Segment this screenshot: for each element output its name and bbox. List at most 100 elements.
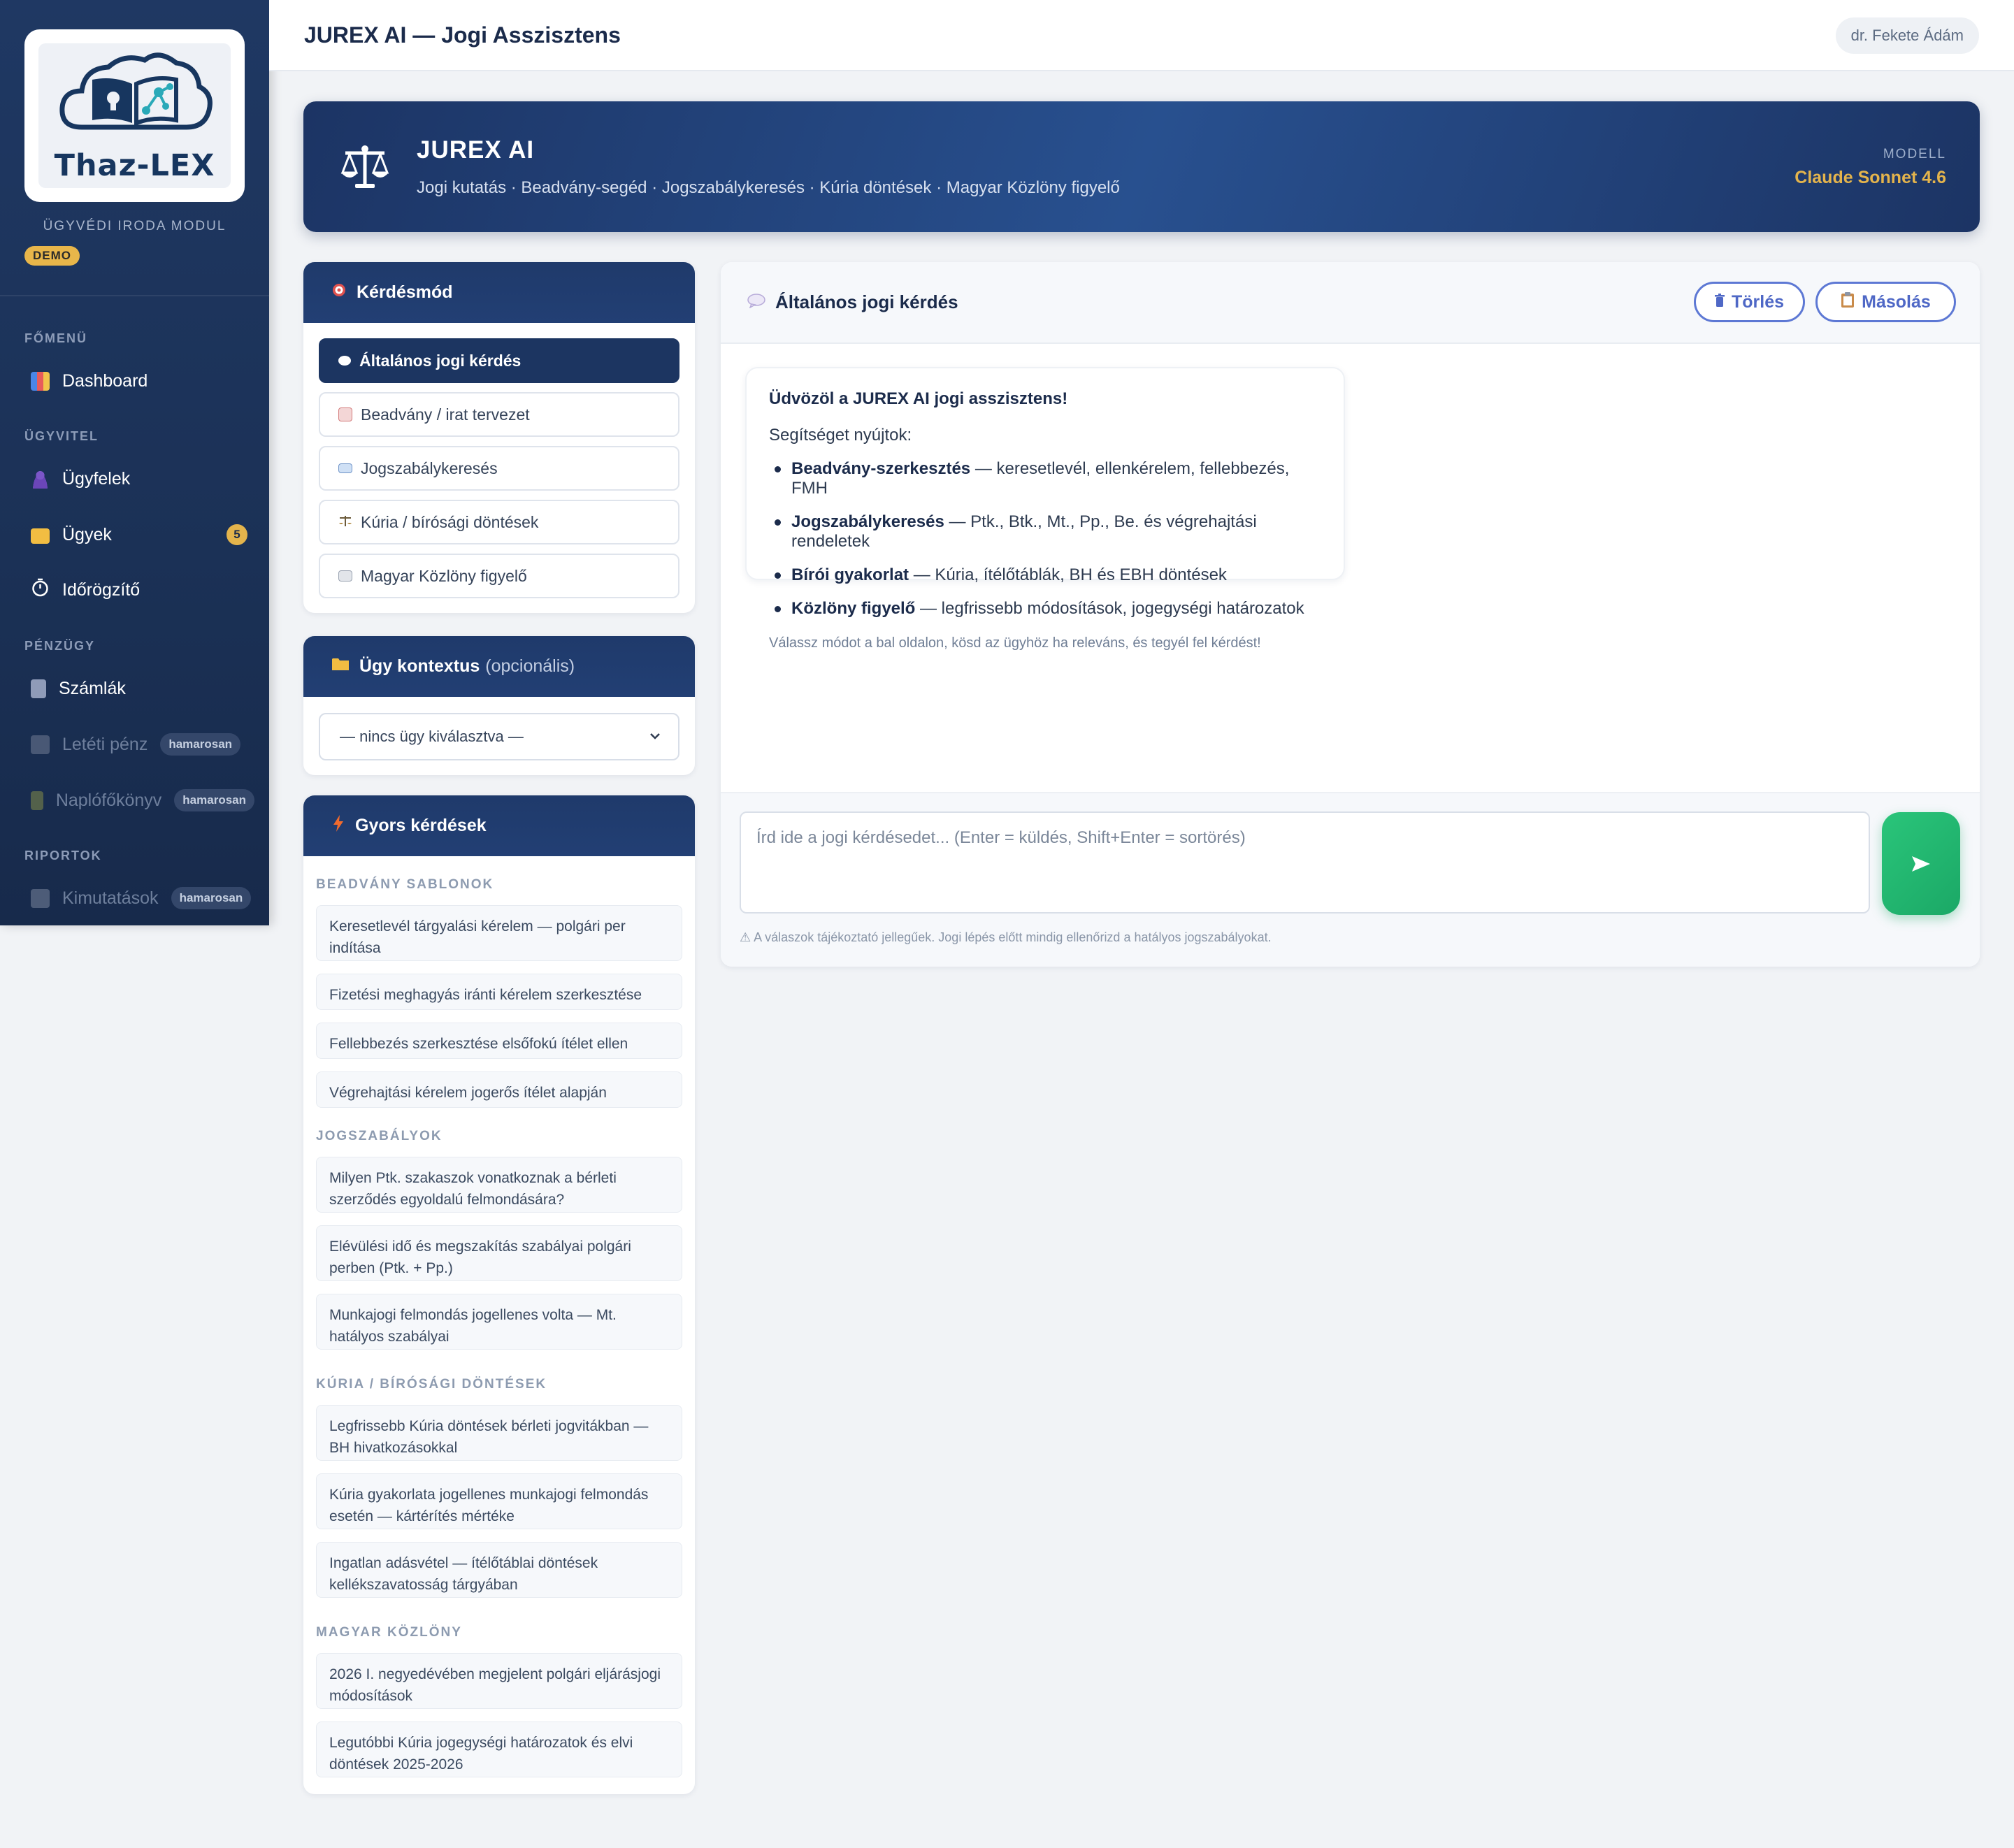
chat-title-text: Általános jogi kérdés — [775, 291, 958, 312]
quick-question-item[interactable]: Milyen Ptk. szakaszok vonatkoznak a bérl… — [316, 1157, 682, 1213]
sidebar-item-label: Ügyek — [62, 524, 112, 544]
nav-section-operations: ÜGYVITEL — [24, 429, 99, 443]
logo-card[interactable]: Thaz-LEX — [24, 29, 245, 202]
quick-question-item[interactable]: Ingatlan adásvétel — ítélőtáblai döntése… — [316, 1542, 682, 1598]
quick-question-item[interactable]: Fellebbezés szerkesztése elsőfokú ítélet… — [316, 1023, 682, 1059]
mode-law-search-button[interactable]: Jogszabálykeresés — [319, 446, 679, 491]
mode-gazette-button[interactable]: Magyar Közlöny figyelő — [319, 554, 679, 598]
quick-question-item[interactable]: Munkajogi felmondás jogellenes volta — M… — [316, 1294, 682, 1350]
nav-section-finance: PÉNZÜGY — [24, 639, 96, 653]
mode-court-decisions-button[interactable]: Kúria / bírósági döntések — [319, 500, 679, 544]
folder-icon — [331, 656, 350, 677]
sidebar-item-clients[interactable]: Ügyfelek — [31, 463, 254, 494]
sidebar-item-reports[interactable]: Kimutatások hamarosan — [31, 883, 254, 914]
model-name: Claude Sonnet 4.6 — [1794, 168, 1946, 187]
case-context-optional-label: (opcionális) — [485, 656, 575, 676]
welcome-title: Üdvözöl a JUREX AI jogi asszisztens! — [769, 389, 1068, 408]
quick-question-item[interactable]: Legfrissebb Kúria döntések bérleti jogvi… — [316, 1405, 682, 1461]
mode-panel-title: Kérdésmód — [357, 282, 453, 302]
scales-icon — [340, 145, 389, 188]
lightning-icon — [331, 814, 345, 837]
chat-header: Általános jogi kérdés Törlés Másolás — [721, 262, 1980, 344]
quick-question-item[interactable]: Végrehajtási kérelem jogerős ítélet alap… — [316, 1071, 682, 1108]
quick-questions-title: Gyors kérdések — [355, 816, 487, 835]
mode-label: Kúria / bírósági döntések — [361, 512, 539, 531]
clear-button-label: Törlés — [1731, 291, 1785, 312]
quick-question-item[interactable]: Kúria gyakorlata jogellenes munkajogi fe… — [316, 1473, 682, 1529]
sidebar-item-time-tracker[interactable]: Időrögzítő — [31, 575, 254, 605]
open-book-icon — [338, 463, 352, 473]
memo-icon — [338, 407, 352, 421]
bank-icon — [31, 735, 50, 754]
topbar: JUREX AI — Jogi Asszisztens dr. Fekete Á… — [269, 0, 2014, 71]
quick-section-heading: JOGSZABÁLYOK — [316, 1129, 443, 1143]
mode-draft-button[interactable]: Beadvány / irat tervezet — [319, 392, 679, 437]
quick-section-heading: MAGYAR KÖZLÖNY — [316, 1625, 462, 1640]
question-input[interactable] — [740, 811, 1870, 914]
sidebar: Thaz-LEX ÜGYVÉDI IRODA MODUL DEMO FŐMENÜ… — [0, 0, 269, 925]
stopwatch-icon — [31, 578, 50, 602]
feature-text: — Kúria, ítélőtáblák, BH és EBH döntések — [909, 565, 1227, 584]
nav-section-reports: RIPORTOK — [24, 849, 102, 862]
feature-title: Beadvány-szerkesztés — [791, 459, 971, 478]
quick-section-heading: KÚRIA / BÍRÓSÁGI DÖNTÉSEK — [316, 1377, 547, 1392]
clear-button[interactable]: Törlés — [1694, 282, 1805, 322]
quick-questions-header: Gyors kérdések — [303, 795, 695, 856]
hero-subtitle: Jogi kutatás · Beadvány-segéd · Jogszabá… — [417, 178, 1120, 197]
feature-title: Jogszabálykeresés — [791, 512, 944, 531]
send-arrow-icon — [1912, 856, 1930, 872]
quick-question-item[interactable]: Fizetési meghagyás iránti kérelem szerke… — [316, 974, 682, 1010]
case-context-panel: Ügy kontextus (opcionális) — nincs ügy k… — [303, 636, 695, 775]
sidebar-item-label: Dashboard — [62, 370, 148, 391]
sidebar-item-label: Számlák — [59, 678, 126, 698]
mode-panel-header: Kérdésmód — [303, 262, 695, 323]
sidebar-item-label: Ügyfelek — [62, 468, 131, 489]
sidebar-item-invoices[interactable]: Számlák — [31, 673, 254, 704]
quick-question-item[interactable]: Legutóbbi Kúria jogegységi határozatok é… — [316, 1721, 682, 1777]
sidebar-item-label: Letéti pénz — [62, 734, 148, 754]
mode-general-button[interactable]: Általános jogi kérdés — [319, 338, 679, 383]
model-label: MODELL — [1883, 147, 1946, 161]
coming-soon-badge: hamarosan — [171, 887, 252, 909]
feature-item: Közlöny figyelő — legfrissebb módosításo… — [769, 599, 1321, 619]
trend-chart-icon — [31, 888, 50, 908]
cases-count-badge: 5 — [226, 524, 247, 545]
feature-title: Bírói gyakorlat — [791, 565, 909, 584]
quick-question-item[interactable]: 2026 I. negyedévében megjelent polgári e… — [316, 1653, 682, 1709]
chart-icon — [31, 371, 50, 391]
sidebar-divider — [0, 295, 269, 296]
logo: Thaz-LEX — [38, 43, 231, 188]
user-menu[interactable]: dr. Fekete Ádám — [1835, 17, 1979, 54]
feature-text: — legfrissebb módosítások, jogegységi ha… — [915, 599, 1304, 618]
sidebar-item-ledger[interactable]: Naplófőkönyv hamarosan — [31, 785, 254, 816]
sidebar-item-dashboard[interactable]: Dashboard — [31, 366, 254, 396]
target-icon — [331, 282, 347, 303]
person-icon — [31, 469, 50, 489]
quick-question-item[interactable]: Keresetlevél tárgyalási kérelem — polgár… — [316, 905, 682, 961]
send-button[interactable] — [1882, 812, 1960, 915]
mode-label: Jogszabálykeresés — [361, 459, 498, 477]
sidebar-item-cases[interactable]: Ügyek 5 — [31, 519, 254, 550]
case-select[interactable]: — nincs ügy kiválasztva — — [319, 713, 679, 760]
copy-button-label: Másolás — [1862, 291, 1931, 312]
copy-button[interactable]: Másolás — [1815, 282, 1956, 322]
trash-icon — [1714, 292, 1725, 312]
quick-question-item[interactable]: Elévülési idő és megszakítás szabályai p… — [316, 1225, 682, 1281]
newspaper-icon — [338, 570, 352, 582]
folder-icon — [31, 528, 50, 544]
module-label: ÜGYVÉDI IRODA MODUL — [43, 219, 226, 233]
ledger-icon — [31, 791, 43, 810]
invoice-icon — [31, 679, 46, 698]
speech-bubble-icon — [338, 356, 351, 366]
welcome-hint: Válassz módot a bal oldalon, kösd az ügy… — [769, 635, 1261, 651]
composer: ⚠ A válaszok tájékoztató jellegűek. Jogi… — [721, 792, 1980, 967]
case-context-header: Ügy kontextus (opcionális) — [303, 636, 695, 697]
sidebar-item-label: Kimutatások — [62, 888, 159, 908]
disclaimer: ⚠ A válaszok tájékoztató jellegűek. Jogi… — [740, 930, 1272, 944]
chat-title: Általános jogi kérdés — [747, 291, 958, 313]
coming-soon-badge: hamarosan — [160, 733, 241, 756]
mode-label: Általános jogi kérdés — [359, 351, 522, 370]
sidebar-item-escrow[interactable]: Letéti pénz hamarosan — [31, 729, 254, 760]
welcome-intro: Segítséget nyújtok: — [769, 426, 912, 445]
feature-item: Bírói gyakorlat — Kúria, ítélőtáblák, BH… — [769, 565, 1321, 585]
